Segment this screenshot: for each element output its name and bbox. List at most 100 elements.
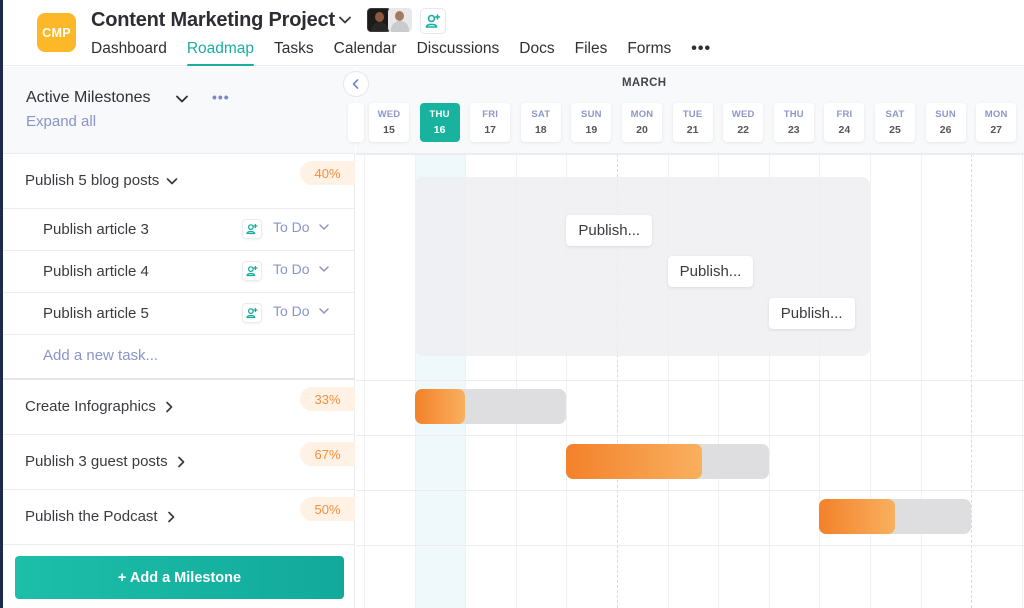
milestone-progress-badge: 50% [300, 497, 355, 521]
project-logo: CMP [37, 13, 76, 52]
day-of-week: SAT [885, 109, 905, 120]
tab-docs[interactable]: Docs [519, 40, 554, 66]
assign-user-button[interactable] [242, 303, 262, 323]
tab-calendar[interactable]: Calendar [334, 40, 397, 66]
timeline-header: MARCH WED 15 THU 16 FRI 17 SAT 18 SUN 19 MON 20 TUE 2… [348, 67, 1024, 154]
tab-files[interactable]: Files [575, 40, 608, 66]
day-of-week: SAT [531, 109, 551, 120]
milestone-bar[interactable] [414, 389, 567, 424]
add-member-button[interactable] [420, 8, 446, 34]
milestones-more-button[interactable]: ••• [212, 89, 230, 105]
day-number: 16 [433, 124, 446, 136]
day-header: WED 22 [723, 103, 764, 142]
milestone-row[interactable]: Publish 5 blog posts 40% [3, 154, 355, 209]
tab-discussions[interactable]: Discussions [417, 40, 500, 66]
milestone-bar[interactable] [566, 444, 769, 479]
milestones-panel-header: Active Milestones ••• Expand all [3, 67, 355, 154]
task-status-select[interactable]: To Do [273, 261, 330, 277]
chevron-right-icon[interactable] [174, 455, 188, 469]
milestone-name[interactable]: Create Infographics [25, 398, 176, 415]
day-gridline [971, 154, 973, 608]
day-of-week: MON [630, 109, 654, 120]
day-header: SUN 26 [925, 103, 966, 142]
day-of-week: THU [429, 109, 450, 120]
day-header: FRI 24 [824, 103, 865, 142]
member-avatar[interactable] [388, 8, 412, 32]
day-gridline [364, 154, 365, 608]
day-number: 20 [636, 124, 648, 136]
assign-user-button[interactable] [242, 219, 262, 239]
task-bar-chip[interactable]: Publish... [566, 215, 653, 246]
project-title[interactable]: Content Marketing Project [91, 9, 335, 32]
day-header: SAT 25 [875, 103, 915, 142]
milestone-progress-badge: 33% [300, 387, 355, 411]
add-task-row: Add a new task... [3, 335, 355, 380]
add-user-icon [246, 307, 258, 319]
task-row[interactable]: Publish article 5 To Do [3, 293, 355, 335]
day-number: 26 [939, 124, 952, 136]
collapse-panel-button[interactable] [343, 71, 369, 97]
day-header: FRI 17 [470, 103, 511, 142]
day-number: 27 [990, 124, 1003, 136]
task-bar-chip[interactable]: Publish... [768, 298, 855, 329]
day-header-today: THU 16 [419, 103, 460, 142]
day-number: 15 [383, 124, 395, 136]
task-bar-chip[interactable]: Publish... [667, 256, 754, 287]
chevron-down-icon [318, 224, 329, 230]
milestone-row[interactable]: Publish 3 guest posts 67% [3, 435, 355, 490]
day-number: 18 [534, 124, 547, 136]
tab-forms[interactable]: Forms [627, 40, 671, 66]
project-tabs: Dashboard Roadmap Tasks Calendar Discuss… [91, 40, 711, 66]
day-of-week: SUN [581, 109, 602, 120]
expand-all-link[interactable]: Expand all [26, 113, 96, 130]
day-of-week: WED [377, 109, 401, 120]
milestones-panel: Active Milestones ••• Expand all Publish… [3, 67, 355, 608]
day-of-week: FRI [836, 109, 853, 120]
more-tabs-button[interactable]: ••• [691, 40, 711, 66]
tab-roadmap[interactable]: Roadmap [186, 40, 255, 66]
chevron-right-icon[interactable] [164, 510, 178, 524]
milestone-progress-badge: 40% [300, 161, 355, 185]
add-milestone-button[interactable]: + Add a Milestone [15, 556, 344, 599]
chevron-down-icon[interactable] [165, 174, 179, 188]
assign-user-button[interactable] [242, 261, 262, 281]
row-separator [356, 545, 1024, 546]
day-of-week: MON [984, 109, 1008, 120]
tab-tasks[interactable]: Tasks [274, 40, 314, 66]
milestone-name[interactable]: Publish 5 blog posts [25, 172, 179, 189]
day-number: 23 [787, 124, 800, 136]
day-number: 24 [838, 124, 851, 136]
task-name[interactable]: Publish article 5 [43, 305, 149, 322]
add-task-input[interactable]: Add a new task... [43, 347, 158, 364]
chevron-down-icon[interactable] [174, 91, 190, 107]
chevron-down-icon[interactable] [336, 11, 354, 29]
milestone-row[interactable]: Publish the Podcast 50% [3, 490, 355, 545]
milestone-row[interactable]: Create Infographics 33% [3, 380, 355, 435]
milestone-bar[interactable] [819, 499, 972, 534]
task-name[interactable]: Publish article 3 [43, 221, 149, 238]
task-row[interactable]: Publish article 3 To Do [3, 209, 355, 251]
timeline-grid: Publish... Publish... Publish... [356, 154, 1024, 608]
chevron-down-icon [318, 266, 329, 272]
add-user-icon [425, 14, 441, 28]
milestone-name[interactable]: Publish the Podcast [25, 508, 178, 525]
add-user-icon [246, 223, 258, 235]
day-header: MON 20 [622, 103, 662, 142]
task-status-select[interactable]: To Do [273, 219, 330, 235]
row-separator [356, 154, 1024, 155]
day-number: 19 [585, 124, 598, 136]
task-status-select[interactable]: To Do [273, 303, 330, 319]
day-of-week: FRI [482, 109, 499, 120]
add-user-icon [246, 265, 258, 277]
project-header: CMP Content Marketing Project Dashboard … [3, 0, 1024, 66]
milestones-filter-title[interactable]: Active Milestones [26, 89, 151, 107]
milestone-bar-progress [566, 444, 702, 479]
day-header: WED 15 [369, 103, 409, 142]
milestone-bar-progress [414, 389, 465, 424]
task-row[interactable]: Publish article 4 To Do [3, 251, 355, 293]
tab-dashboard[interactable]: Dashboard [91, 40, 167, 66]
chevron-right-icon[interactable] [162, 400, 176, 414]
milestone-name[interactable]: Publish 3 guest posts [25, 453, 188, 470]
task-name[interactable]: Publish article 4 [43, 263, 149, 280]
milestone-group-box[interactable] [414, 177, 870, 356]
